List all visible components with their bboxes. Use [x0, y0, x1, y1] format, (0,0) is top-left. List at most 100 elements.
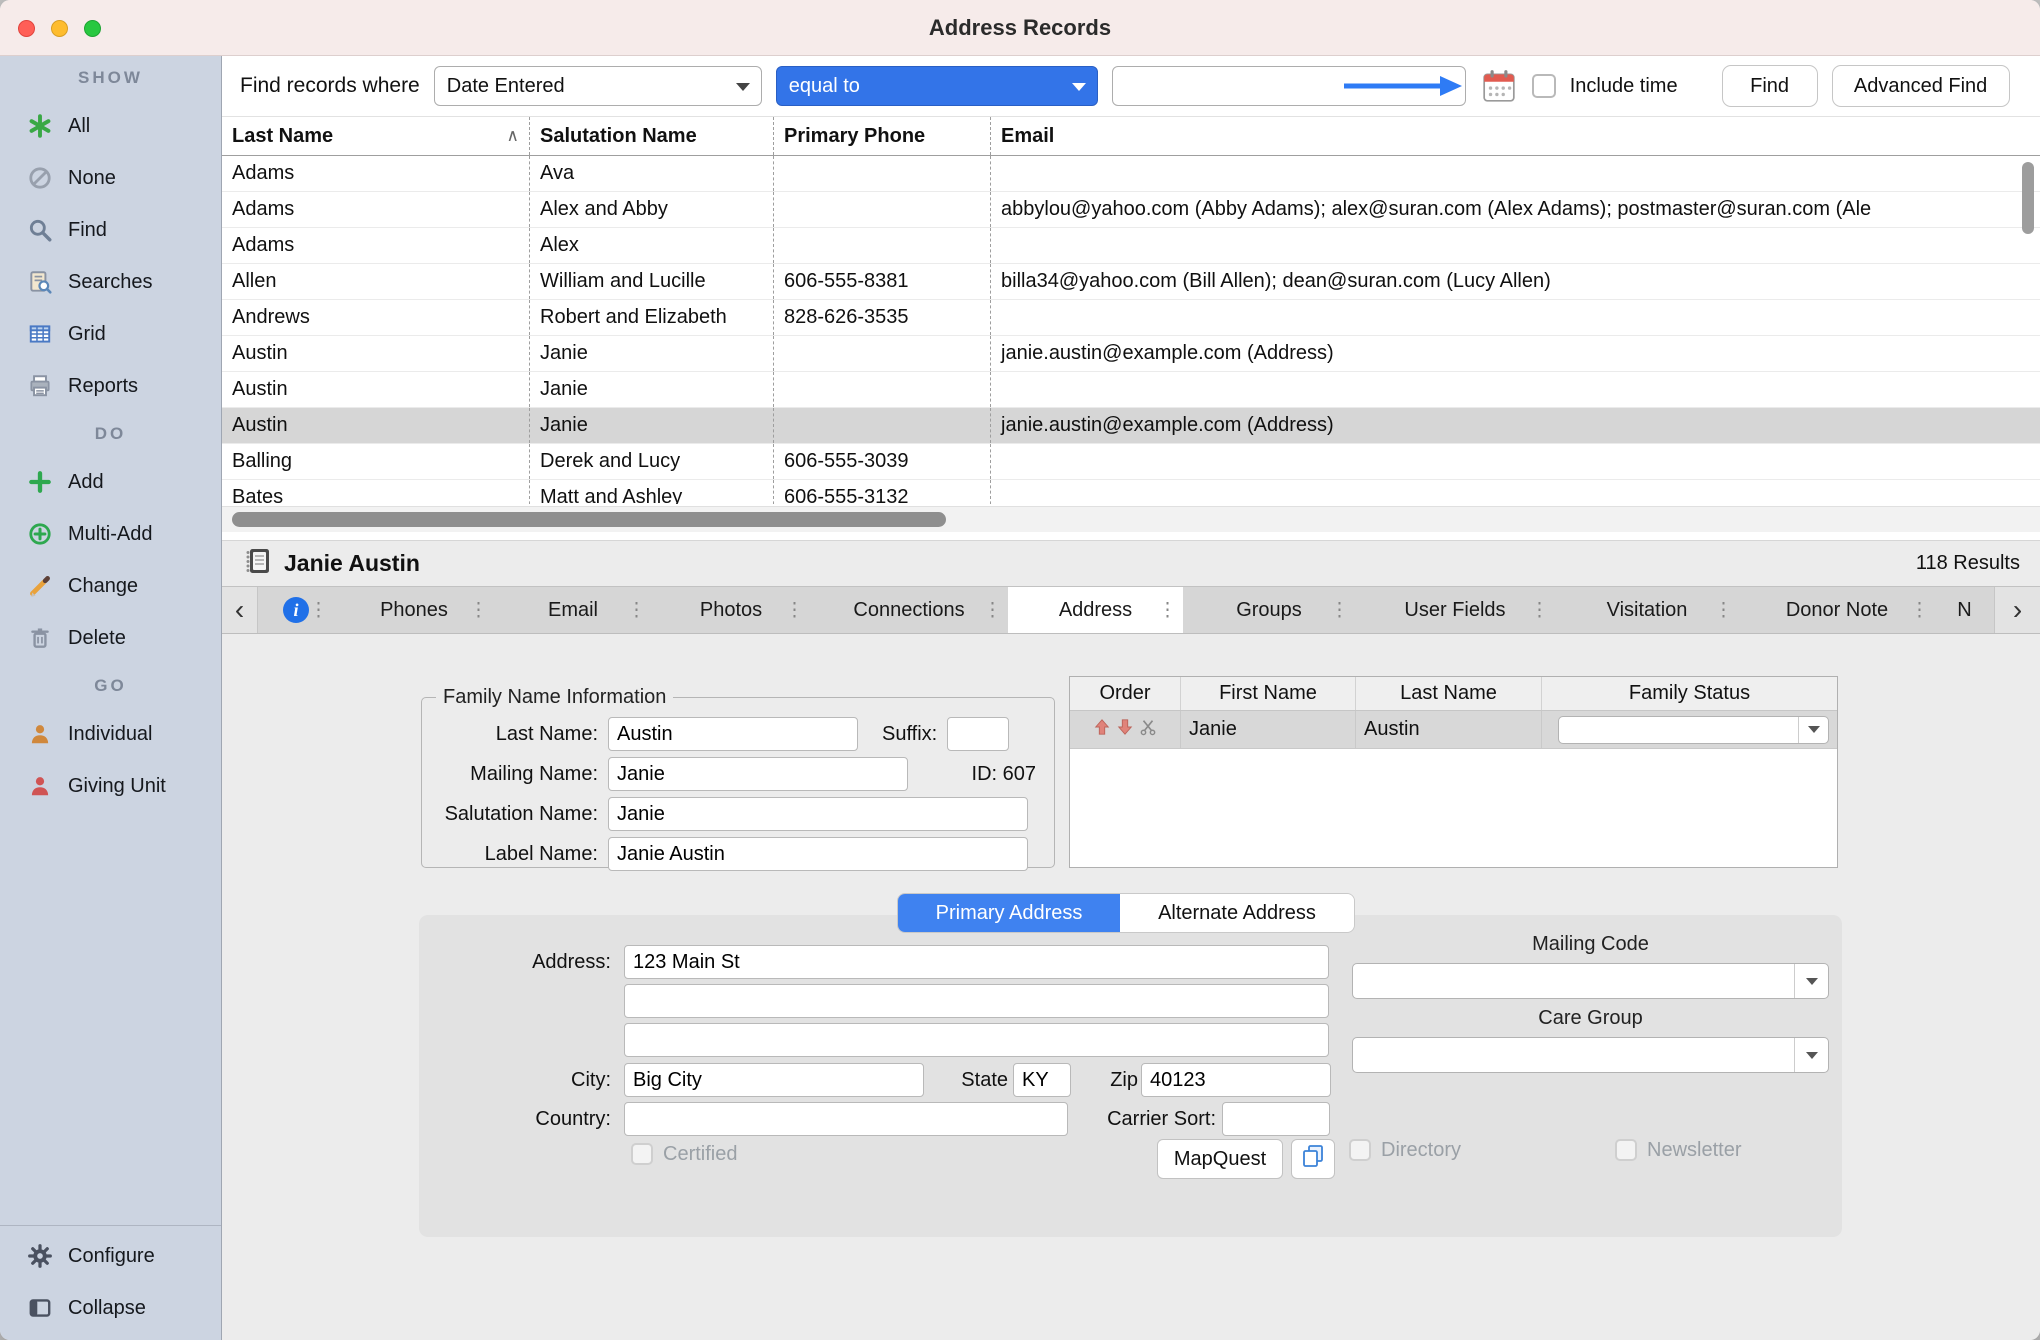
zip-field[interactable] [1141, 1063, 1331, 1097]
calendar-icon[interactable] [1480, 67, 1518, 105]
tab-grip-icon[interactable]: ⋮ [1330, 599, 1349, 622]
table-row[interactable]: Adams Ava [222, 156, 2040, 192]
copy-address-button[interactable] [1291, 1139, 1335, 1179]
tabs-scroll-left-button[interactable]: ‹ [222, 587, 258, 633]
tab-grip-icon[interactable]: ⋮ [983, 599, 1002, 622]
directory-checkbox[interactable] [1349, 1139, 1371, 1161]
sidebar-item-configure[interactable]: Configure [0, 1230, 221, 1282]
address-line1-field[interactable] [624, 945, 1329, 979]
certified-checkbox[interactable] [631, 1143, 653, 1165]
tab-grip-icon[interactable]: ⋮ [1910, 599, 1929, 622]
tab-grip-icon[interactable]: ⋮ [469, 599, 488, 622]
sidebar-item-individual[interactable]: Individual [0, 708, 221, 760]
column-header-last-name[interactable]: Last Name ∧ [222, 117, 530, 155]
care-group-select[interactable] [1352, 1037, 1829, 1073]
table-row[interactable]: Andrews Robert and Elizabeth 828-626-353… [222, 300, 2040, 336]
chevron-down-icon[interactable] [1798, 717, 1828, 743]
table-row[interactable]: Austin Janie janie.austin@example.com (A… [222, 336, 2040, 372]
tab-grip-icon[interactable]: ⋮ [309, 599, 328, 622]
country-field[interactable] [624, 1102, 1068, 1136]
tab-donor-note[interactable]: Donor Note⋮ [1739, 587, 1935, 633]
minimize-button[interactable] [51, 20, 68, 37]
tab-phones[interactable]: Phones⋮ [334, 587, 494, 633]
horizontal-scrollbar-thumb[interactable] [232, 512, 946, 527]
alternate-address-tab[interactable]: Alternate Address [1120, 894, 1354, 932]
tab-next-partial[interactable]: N [1935, 587, 1994, 633]
horizontal-scrollbar-track[interactable] [222, 506, 2040, 532]
advanced-find-button[interactable]: Advanced Find [1832, 65, 2010, 107]
find-operator-select[interactable]: equal to [776, 66, 1098, 106]
sidebar-item-none[interactable]: None [0, 152, 221, 204]
state-field[interactable] [1013, 1063, 1071, 1097]
table-row-selected[interactable]: Austin Janie janie.austin@example.com (A… [222, 408, 2040, 444]
sidebar-item-change[interactable]: Change [0, 560, 221, 612]
table-row[interactable]: Balling Derek and Lucy 606-555-3039 [222, 444, 2040, 480]
sidebar-item-multi-add[interactable]: Multi-Add [0, 508, 221, 560]
member-last-name: Austin [1356, 711, 1542, 748]
move-down-icon[interactable] [1116, 718, 1134, 742]
tab-connections[interactable]: Connections⋮ [810, 587, 1008, 633]
find-button[interactable]: Find [1722, 65, 1818, 107]
find-value-input[interactable] [1112, 66, 1466, 106]
tab-visitation[interactable]: Visitation⋮ [1555, 587, 1739, 633]
tab-grip-icon[interactable]: ⋮ [627, 599, 646, 622]
city-field[interactable] [624, 1063, 924, 1097]
tab-grip-icon[interactable]: ⋮ [785, 599, 804, 622]
sidebar-item-label: Collapse [68, 1297, 146, 1320]
family-status-select[interactable] [1558, 716, 1829, 744]
tab-grip-icon[interactable]: ⋮ [1714, 599, 1733, 622]
column-header-salutation[interactable]: Salutation Name [530, 117, 774, 155]
sidebar-item-giving-unit[interactable]: Giving Unit [0, 760, 221, 812]
tab-label: Groups [1236, 599, 1302, 622]
vertical-scrollbar-thumb[interactable] [2022, 162, 2034, 234]
address-line3-field[interactable] [624, 1023, 1329, 1057]
table-row[interactable]: Adams Alex [222, 228, 2040, 264]
tab-photos[interactable]: Photos⋮ [652, 587, 810, 633]
tab-grip-icon[interactable]: ⋮ [1158, 599, 1177, 622]
sidebar-item-find[interactable]: Find [0, 204, 221, 256]
salutation-name-field[interactable] [608, 797, 1028, 831]
mailing-name-field[interactable] [608, 757, 908, 791]
sidebar-item-reports[interactable]: Reports [0, 360, 221, 412]
tab-groups[interactable]: Groups ⋮ [1183, 587, 1355, 633]
mailing-code-select[interactable] [1352, 963, 1829, 999]
suffix-field[interactable] [947, 717, 1009, 751]
chevron-down-icon[interactable] [1794, 1038, 1828, 1072]
table-row[interactable]: Adams Alex and Abby abbylou@yahoo.com (A… [222, 192, 2040, 228]
primary-address-tab[interactable]: Primary Address [898, 894, 1120, 932]
scissors-icon[interactable] [1139, 718, 1157, 742]
tab-email[interactable]: Email⋮ [494, 587, 652, 633]
tab-grip-icon[interactable]: ⋮ [1530, 599, 1549, 622]
sidebar-item-label: All [68, 115, 90, 138]
sidebar-item-collapse[interactable]: Collapse [0, 1282, 221, 1334]
table-row[interactable]: Bates Matt and Ashley 606-555-3132 [222, 480, 2040, 504]
tab-info[interactable]: i ⋮ [258, 587, 334, 633]
column-header-email[interactable]: Email [991, 117, 2040, 155]
last-name-field[interactable] [608, 717, 858, 751]
include-time-checkbox[interactable] [1532, 74, 1556, 98]
sidebar-item-grid[interactable]: Grid [0, 308, 221, 360]
column-header-phone[interactable]: Primary Phone [774, 117, 991, 155]
carrier-sort-field[interactable] [1222, 1102, 1330, 1136]
table-row[interactable]: Allen William and Lucille 606-555-8381 b… [222, 264, 2040, 300]
find-field-select[interactable]: Date Entered [434, 66, 762, 106]
table-row[interactable]: Austin Janie [222, 372, 2040, 408]
sidebar-item-all[interactable]: All [0, 100, 221, 152]
sidebar-item-searches[interactable]: Searches [0, 256, 221, 308]
address-line2-field[interactable] [624, 984, 1329, 1018]
member-row[interactable]: Janie Austin [1070, 711, 1837, 749]
sidebar-item-add[interactable]: Add [0, 456, 221, 508]
move-up-icon[interactable] [1093, 718, 1111, 742]
close-button[interactable] [18, 20, 35, 37]
label-name-field[interactable] [608, 837, 1028, 871]
sidebar-item-delete[interactable]: Delete [0, 612, 221, 664]
sort-ascending-icon[interactable]: ∧ [507, 126, 519, 146]
newsletter-checkbox[interactable] [1615, 1139, 1637, 1161]
chevron-down-icon[interactable] [1794, 964, 1828, 998]
mapquest-button[interactable]: MapQuest [1157, 1139, 1283, 1179]
mailing-name-label: Mailing Name: [432, 763, 608, 786]
tab-address[interactable]: Address⋮ [1008, 587, 1183, 633]
zoom-button[interactable] [84, 20, 101, 37]
tabs-scroll-right-button[interactable]: › [1994, 587, 2040, 633]
tab-user-fields[interactable]: User Fields⋮ [1355, 587, 1555, 633]
